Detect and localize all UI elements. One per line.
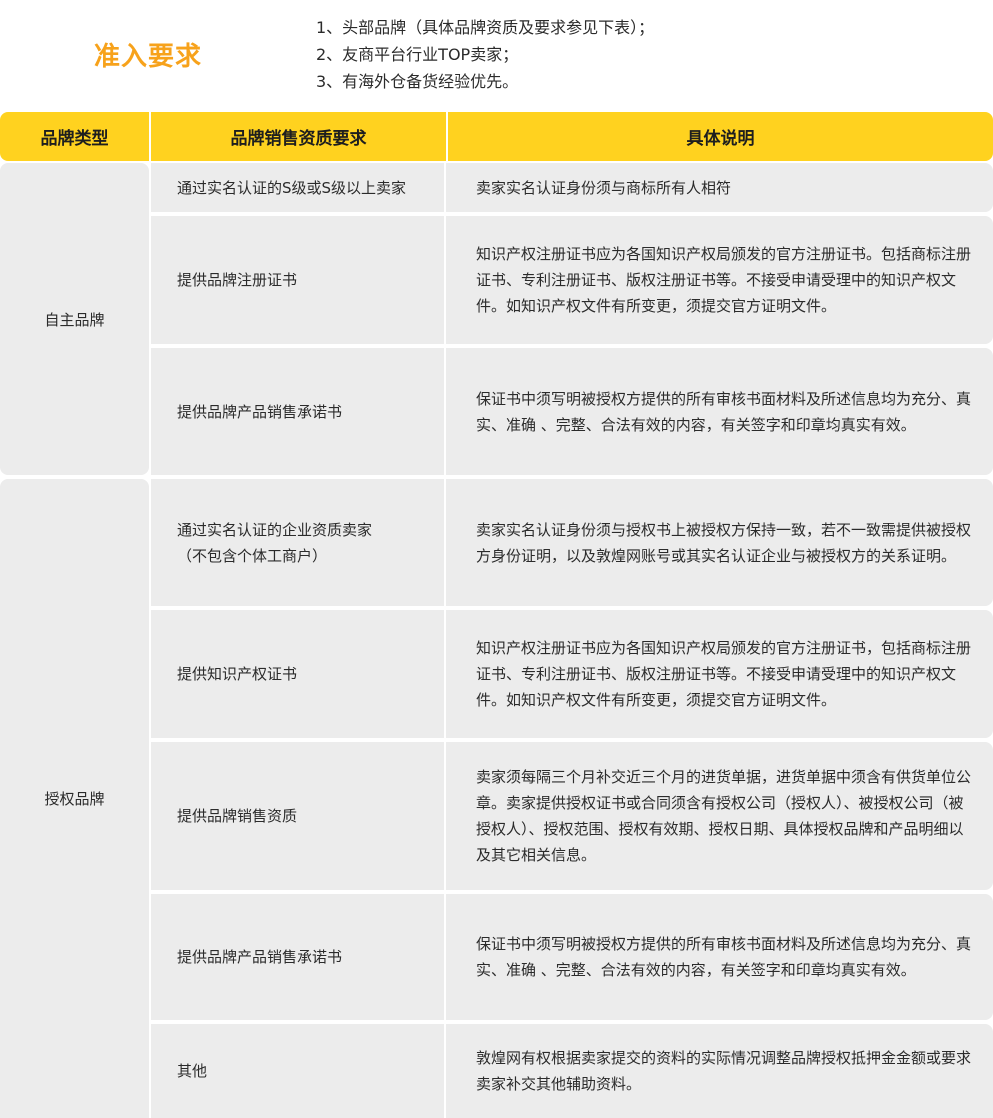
table-cell-requirement: 通过实名认证的企业资质卖家 （不包含个体工商户） [151,479,444,606]
table-cell-requirement: 提供品牌注册证书 [151,216,444,344]
table-header: 品牌类型 品牌销售资质要求 具体说明 [0,112,993,161]
header-qualification: 品牌销售资质要求 [149,112,446,161]
table-cell-requirement: 通过实名认证的S级或S级以上卖家 [151,163,444,212]
table-cell-requirement: 其他 [151,1024,444,1118]
requirements-list: 1、头部品牌（具体品牌资质及要求参见下表）； 2、友商平台行业TOP卖家； 3、… [316,14,654,95]
group-own-brand: 自主品牌 [0,163,149,475]
table-cell-description: 保证书中须写明被授权方提供的所有审核书面材料及所述信息均为充分、真实、准确 、完… [446,894,993,1020]
header-description: 具体说明 [446,112,993,161]
table-cell-description: 卖家实名认证身份须与授权书上被授权方保持一致，若不一致需提供被授权方身份证明，以… [446,479,993,606]
header-brand-type: 品牌类型 [40,129,109,149]
table-cell-requirement: 提供品牌销售资质 [151,742,444,890]
table-cell-requirement: 提供知识产权证书 [151,610,444,738]
table-cell-description: 知识产权注册证书应为各国知识产权局颁发的官方注册证书。包括商标注册证书、专利注册… [446,216,993,344]
requirement-item: 2、友商平台行业TOP卖家； [316,45,519,64]
requirement-item: 3、有海外仓备货经验优先。 [316,72,519,91]
table-cell-requirement: 提供品牌产品销售承诺书 [151,894,444,1020]
table-cell-description: 知识产权注册证书应为各国知识产权局颁发的官方注册证书，包括商标注册证书、专利注册… [446,610,993,738]
table-cell-description: 保证书中须写明被授权方提供的所有审核书面材料及所述信息均为充分、真实、准确 、完… [446,348,993,475]
requirement-item: 1、头部品牌（具体品牌资质及要求参见下表）； [316,18,655,37]
table-cell-requirement: 提供品牌产品销售承诺书 [151,348,444,475]
page-title: 准入要求 [94,42,203,72]
table-cell-description: 敦煌网有权根据卖家提交的资料的实际情况调整品牌授权抵押金金额或要求卖家补交其他辅… [446,1024,993,1118]
table-cell-description: 卖家实名认证身份须与商标所有人相符 [446,163,993,212]
table-cell-description: 卖家须每隔三个月补交近三个月的进货单据，进货单据中须含有供货单位公章。卖家提供授… [446,742,993,890]
group-authorized-brand: 授权品牌 [0,479,149,1118]
